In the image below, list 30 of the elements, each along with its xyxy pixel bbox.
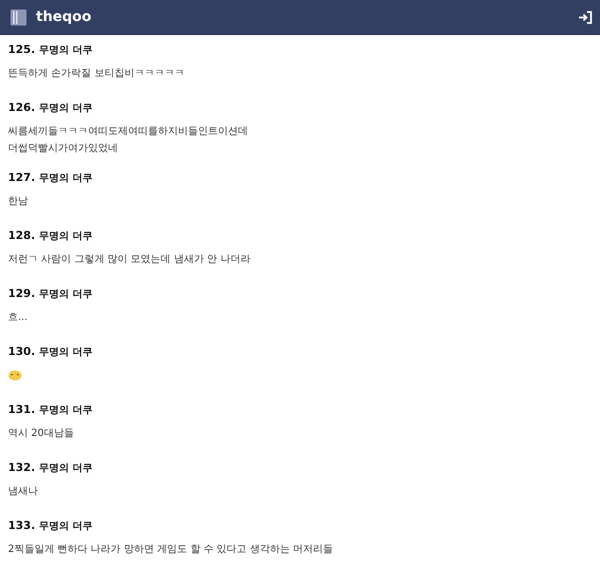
comment-author: 무명의 더쿠 — [39, 404, 93, 417]
comment-text: 한남 — [8, 195, 29, 209]
site-title[interactable]: theqoo — [36, 9, 578, 25]
login-icon[interactable] — [578, 10, 592, 24]
comment-number: 129. — [8, 287, 36, 300]
comment-text: 냄새나 — [8, 485, 39, 499]
comment-text: 흐... — [8, 311, 29, 325]
comment-text: 뜬득하게 손가락질 보티칩비ㅋㅋㅋㅋㅋ — [8, 67, 186, 81]
comment-author: 무명의 더쿠 — [39, 520, 93, 533]
comment-number: 133. — [8, 519, 36, 532]
comment-text: 2찍들일게 뻔하다 나라가 망하면 게임도 할 수 있다고 생각하는 머저리들 — [8, 543, 334, 557]
comment-number: 127. — [8, 171, 36, 184]
comment-author: 무명의 더쿠 — [39, 346, 93, 359]
comment-number: 125. — [8, 43, 36, 56]
comment-author: 무명의 더쿠 — [39, 288, 93, 301]
comment-text: 저런ㄱ 사람이 그렇게 많이 모였는데 냄새가 안 나더라 — [8, 253, 252, 267]
comment-author: 무명의 더쿠 — [39, 44, 93, 57]
comment-number: 132. — [8, 461, 36, 474]
comment-number: 126. — [8, 101, 36, 114]
comment-number: 130. — [8, 345, 36, 358]
emoticon-icon — [8, 369, 22, 382]
comment-author: 무명의 더쿠 — [39, 102, 93, 115]
logo-icon — [10, 8, 27, 26]
comment-author: 무명의 더쿠 — [39, 230, 93, 243]
comment-author: 무명의 더쿠 — [39, 462, 93, 475]
comment-number: 128. — [8, 229, 36, 242]
comment-author: 무명의 더쿠 — [39, 172, 93, 185]
comment-text: 역시 20대남들 — [8, 427, 75, 441]
comment-text: 씨름세끼들ㅋㅋㅋ여띠도제여띠를하지비들인트이션데 더썹덕빨시가여가있었네 — [8, 125, 249, 156]
comment-number: 131. — [8, 403, 36, 416]
